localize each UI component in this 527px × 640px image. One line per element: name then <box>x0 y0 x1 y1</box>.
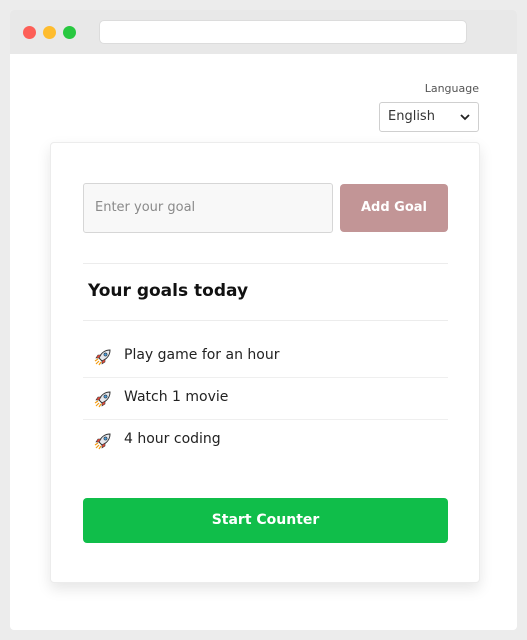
maximize-window-button[interactable] <box>63 26 76 39</box>
browser-window: Language English Enter your goal Add Goa… <box>10 10 517 630</box>
goal-text: 4 hour coding <box>124 431 221 447</box>
goal-input[interactable]: Enter your goal <box>83 183 333 233</box>
chevron-down-icon <box>460 114 470 121</box>
goals-title: Your goals today <box>88 281 249 301</box>
rocket-icon <box>94 349 111 366</box>
language-select-value: English <box>388 109 435 124</box>
rocket-icon <box>94 391 111 408</box>
address-bar[interactable] <box>99 20 467 44</box>
goal-list-item: Watch 1 movie <box>83 378 448 420</box>
divider <box>83 320 448 321</box>
goal-list-item: 4 hour coding <box>83 420 448 462</box>
goals-card: Enter your goal Add Goal Your goals toda… <box>50 142 480 583</box>
goal-text: Play game for an hour <box>124 347 280 363</box>
language-select[interactable]: English <box>379 102 479 132</box>
goal-text: Watch 1 movie <box>124 389 229 405</box>
browser-titlebar <box>10 10 517 54</box>
goal-list-item: Play game for an hour <box>83 336 448 378</box>
add-goal-button[interactable]: Add Goal <box>340 184 448 232</box>
rocket-icon <box>94 433 111 450</box>
minimize-window-button[interactable] <box>43 26 56 39</box>
start-counter-button[interactable]: Start Counter <box>83 498 448 543</box>
close-window-button[interactable] <box>23 26 36 39</box>
divider <box>83 263 448 264</box>
language-label: Language <box>424 82 479 95</box>
